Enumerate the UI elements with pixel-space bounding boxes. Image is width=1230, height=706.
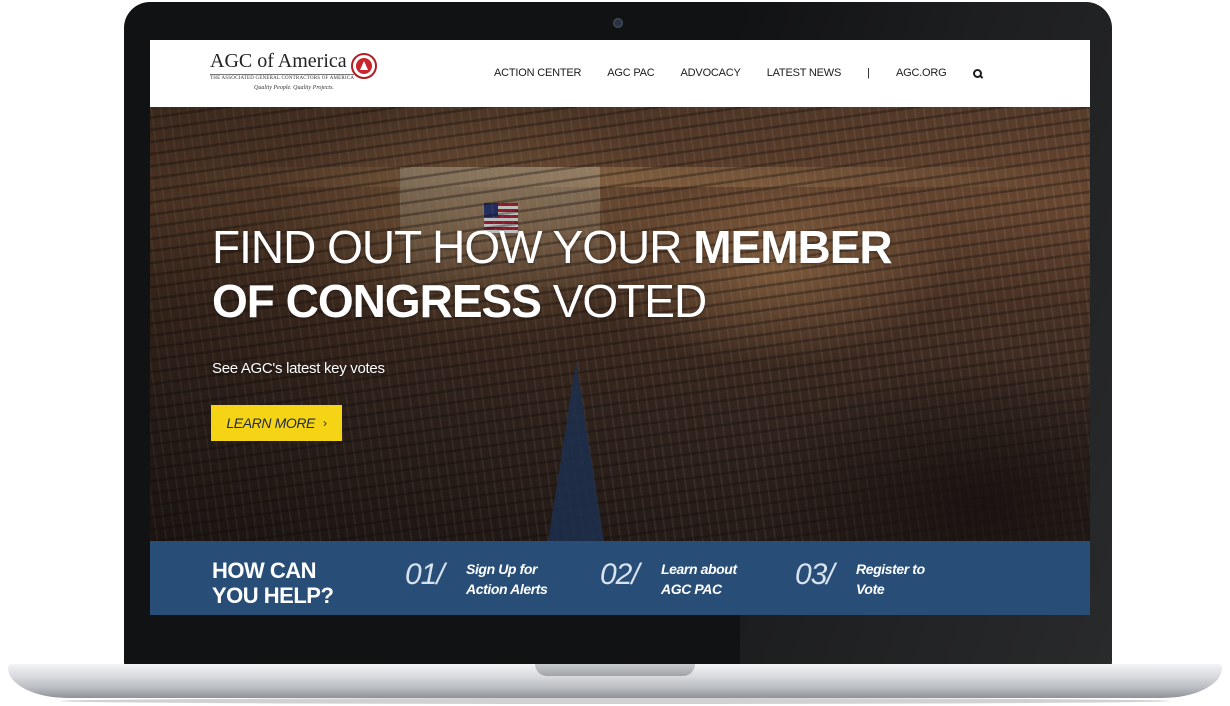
- logo-subtitle: THE ASSOCIATED GENERAL CONTRACTORS OF AM…: [210, 74, 355, 81]
- nav-latest-news[interactable]: LATEST NEWS: [767, 67, 842, 79]
- step-label-line1: Learn about: [661, 561, 737, 577]
- help-title-line2: YOU HELP?: [212, 583, 334, 608]
- headline-part-4: VOTED: [540, 275, 707, 327]
- logo-title: AGC of America: [210, 50, 347, 72]
- hero-subtitle: See AGC's latest key votes: [212, 360, 385, 377]
- step-number: 03/: [795, 558, 835, 591]
- headline-part-2: MEMBER: [693, 221, 892, 273]
- laptop-shadow: [60, 698, 1170, 704]
- headline-part-3: OF CONGRESS: [212, 275, 542, 327]
- nav-agc-pac[interactable]: AGC PAC: [607, 67, 654, 79]
- step-label-line2: AGC PAC: [661, 581, 722, 597]
- laptop-base-notch: [535, 664, 695, 676]
- step-label-line2: Vote: [856, 581, 885, 597]
- agc-logo[interactable]: AGC of America THE ASSOCIATED GENERAL CO…: [210, 50, 390, 96]
- main-nav: ACTION CENTER AGC PAC ADVOCACY LATEST NE…: [494, 63, 982, 83]
- step-label-line2: Action Alerts: [466, 581, 548, 597]
- step-number: 02/: [600, 558, 640, 591]
- learn-more-button[interactable]: LEARN MORE ›: [211, 405, 342, 441]
- step-label: Learn about AGC PAC: [661, 559, 737, 599]
- webcam: [613, 18, 623, 28]
- step-agc-pac[interactable]: 02/ Learn about AGC PAC: [600, 556, 750, 600]
- browser-screen: AGC of America THE ASSOCIATED GENERAL CO…: [150, 40, 1090, 615]
- site-header: AGC of America THE ASSOCIATED GENERAL CO…: [150, 40, 1090, 107]
- chevron-right-icon: ›: [322, 416, 327, 430]
- step-label-line1: Register to: [856, 561, 925, 577]
- help-title: HOW CAN YOU HELP?: [212, 558, 334, 608]
- how-can-you-help-band: HOW CAN YOU HELP? 01/ Sign Up for Action…: [150, 541, 1090, 615]
- hero-banner: FIND OUT HOW YOUR MEMBER OF CONGRESS VOT…: [150, 107, 1090, 541]
- search-icon[interactable]: [972, 68, 982, 78]
- hero-headline: FIND OUT HOW YOUR MEMBER OF CONGRESS VOT…: [212, 220, 972, 328]
- agc-seal-icon: [351, 53, 377, 79]
- step-label: Sign Up for Action Alerts: [466, 559, 548, 599]
- help-title-line1: HOW CAN: [212, 558, 317, 583]
- nav-separator: |: [867, 67, 870, 79]
- step-register-to-vote[interactable]: 03/ Register to Vote: [795, 556, 945, 600]
- step-label-line1: Sign Up for: [466, 561, 538, 577]
- headline-part-1: FIND OUT HOW YOUR: [212, 221, 694, 273]
- step-number: 01/: [405, 558, 445, 591]
- learn-more-label: LEARN MORE: [226, 415, 315, 431]
- nav-agc-org[interactable]: AGC.ORG: [896, 67, 947, 79]
- step-label: Register to Vote: [856, 559, 925, 599]
- nav-action-center[interactable]: ACTION CENTER: [494, 67, 581, 79]
- step-action-alerts[interactable]: 01/ Sign Up for Action Alerts: [405, 556, 555, 600]
- logo-tagline: Quality People. Quality Projects.: [254, 85, 334, 91]
- nav-advocacy[interactable]: ADVOCACY: [681, 67, 741, 79]
